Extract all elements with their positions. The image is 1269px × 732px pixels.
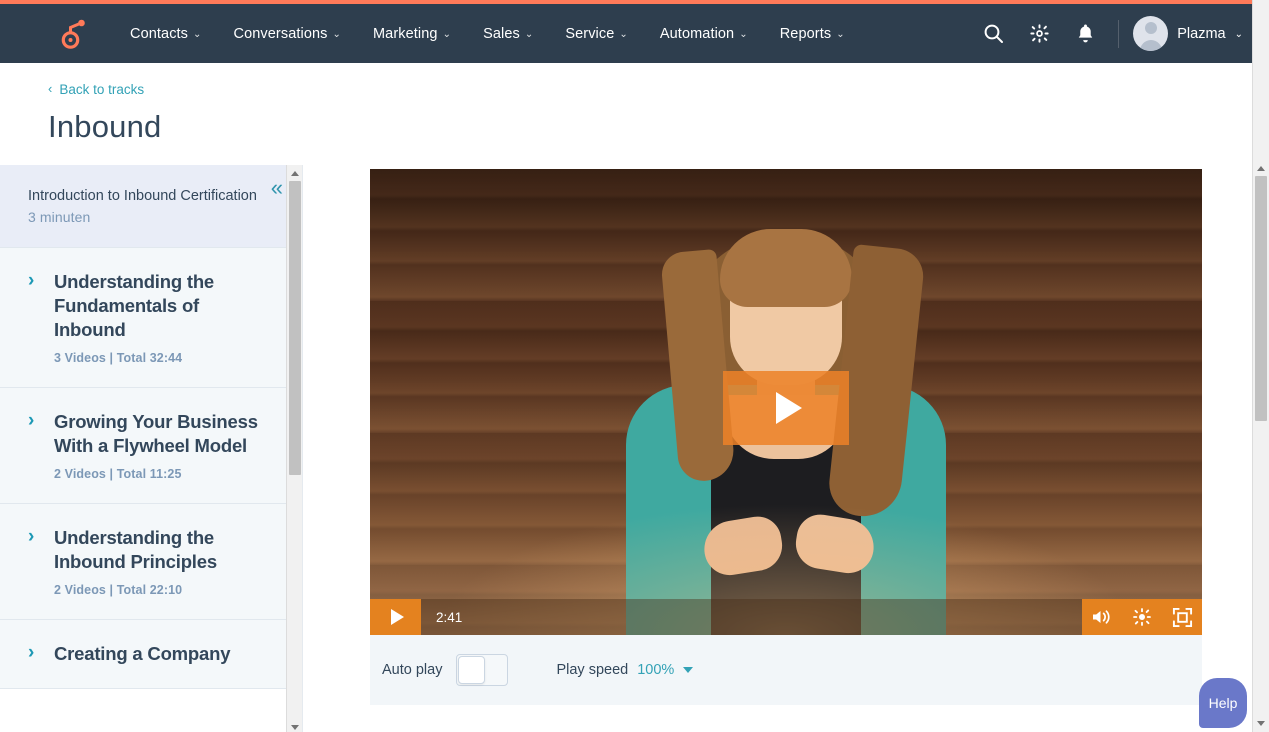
nav-item-conversations[interactable]: Conversations ⌄ — [218, 26, 357, 42]
chevron-down-icon: ⌄ — [442, 29, 452, 40]
video-controls-bar: 2:41 — [370, 599, 1202, 635]
current-time: 2:41 — [436, 609, 463, 625]
page-scrollbar-track[interactable] — [1253, 0, 1269, 732]
sidebar-item-creating-company[interactable]: › Creating a Company — [0, 620, 302, 689]
scroll-up-arrow-icon[interactable] — [1253, 160, 1269, 177]
sidebar-item-subtitle: 2 Videos | Total 11:25 — [54, 467, 182, 481]
top-navigation-bar: Contacts ⌄ Conversations ⌄ Marketing ⌄ S… — [0, 4, 1269, 63]
sidebar-item-subtitle: 2 Videos | Total 22:10 — [54, 583, 183, 597]
video-player[interactable]: 2:41 — [370, 169, 1202, 635]
sidebar-item-title: Introduction to Inbound Certification — [28, 188, 257, 204]
sidebar-item-title: Growing Your Business With a Flywheel Mo… — [54, 411, 258, 456]
avatar — [1133, 16, 1169, 51]
scrollbar-thumb[interactable] — [1255, 176, 1267, 421]
chevron-down-icon[interactable] — [683, 667, 694, 673]
play-triangle-icon — [776, 392, 802, 424]
nav-right-actions: Plazma ⌄ — [970, 11, 1247, 57]
scroll-up-arrow-icon[interactable] — [287, 165, 302, 182]
nav-label: Conversations — [233, 25, 328, 42]
player-options-bar: Auto play Play speed 100% — [370, 635, 1202, 705]
play-speed-value[interactable]: 100% — [637, 662, 674, 678]
nav-label: Sales — [483, 25, 520, 42]
nav-item-reports[interactable]: Reports ⌄ — [764, 26, 861, 42]
autoplay-toggle[interactable] — [456, 654, 509, 686]
chevron-down-icon: ⌄ — [193, 29, 202, 40]
chevron-down-icon: ⌄ — [739, 29, 748, 40]
help-button[interactable]: Help — [1199, 678, 1247, 728]
primary-nav-items: Contacts ⌄ Conversations ⌄ Marketing ⌄ S… — [114, 26, 861, 42]
nav-label: Reports — [779, 25, 832, 42]
back-to-tracks-link[interactable]: ‹ Back to tracks — [48, 81, 145, 97]
video-player-card: 2:41 Auto play Play speed 100% — [370, 169, 1202, 705]
sidebar-item-title: Creating a Company — [54, 643, 231, 664]
chevron-down-icon: ⌄ — [332, 29, 341, 40]
nav-divider — [1118, 19, 1120, 48]
video-controls-right — [1082, 599, 1202, 635]
chevron-right-icon: › — [28, 526, 35, 547]
page-header: ‹ Back to tracks Inbound — [0, 63, 1269, 165]
nav-label: Marketing — [373, 25, 438, 42]
fullscreen-icon[interactable] — [1162, 599, 1202, 635]
nav-item-sales[interactable]: Sales ⌄ — [467, 26, 549, 42]
sidebar-item-principles[interactable]: › Understanding the Inbound Principles 2… — [0, 504, 302, 620]
chevron-down-icon: ⌄ — [836, 29, 845, 40]
scroll-down-arrow-icon[interactable] — [287, 719, 302, 732]
nav-label: Contacts — [130, 25, 189, 42]
play-button[interactable] — [370, 599, 421, 635]
sidebar-item-title: Understanding the Fundamentals of Inboun… — [54, 271, 215, 340]
nav-item-marketing[interactable]: Marketing ⌄ — [357, 26, 467, 42]
gear-icon[interactable] — [1122, 599, 1162, 635]
nav-item-automation[interactable]: Automation ⌄ — [644, 26, 764, 42]
volume-icon[interactable] — [1082, 599, 1122, 635]
back-link-label: Back to tracks — [59, 82, 145, 97]
chevron-left-icon: ‹ — [48, 81, 53, 96]
sidebar-item-flywheel[interactable]: › Growing Your Business With a Flywheel … — [0, 388, 302, 504]
help-label: Help — [1208, 695, 1238, 711]
main-panel: 2:41 Auto play Play speed 100% Help — [303, 165, 1269, 732]
toggle-knob — [458, 656, 486, 684]
account-menu[interactable]: Plazma ⌄ — [1133, 16, 1247, 51]
chevron-right-icon: › — [28, 642, 35, 663]
nav-label: Service — [565, 25, 615, 42]
nav-item-contacts[interactable]: Contacts ⌄ — [114, 26, 218, 42]
play-speed-label: Play speed — [556, 662, 629, 678]
bell-icon[interactable] — [1062, 11, 1108, 57]
chevron-right-icon: › — [28, 410, 35, 431]
sidebar-item-subtitle: 3 Videos | Total 32:44 — [54, 351, 183, 365]
sidebar-item-introduction[interactable]: « Introduction to Inbound Certification … — [0, 165, 302, 248]
gear-icon[interactable] — [1016, 11, 1062, 57]
big-play-button[interactable] — [723, 371, 849, 445]
page-scrollbar[interactable] — [1252, 0, 1269, 732]
account-name: Plazma — [1177, 25, 1226, 42]
hubspot-logo-icon[interactable] — [58, 17, 92, 51]
nav-label: Automation — [659, 25, 735, 42]
chevron-down-icon: ⌄ — [524, 29, 534, 40]
content-area: « Introduction to Inbound Certification … — [0, 165, 1269, 732]
chevron-right-icon: › — [28, 270, 35, 291]
autoplay-label: Auto play — [382, 662, 443, 678]
sidebar-item-subtitle: 3 minuten — [28, 209, 91, 225]
course-sidebar: « Introduction to Inbound Certification … — [0, 165, 303, 732]
sidebar-item-title: Understanding the Inbound Principles — [54, 527, 217, 572]
sidebar-scrollbar[interactable] — [286, 165, 302, 732]
play-icon — [390, 609, 404, 625]
page-title: Inbound — [48, 109, 162, 144]
scrollbar-thumb[interactable] — [289, 181, 301, 475]
chevron-down-icon: ⌄ — [619, 29, 628, 40]
chevron-down-icon: ⌄ — [1234, 29, 1243, 40]
play-speed-control: Play speed 100% — [556, 662, 694, 678]
scroll-down-arrow-icon[interactable] — [1253, 715, 1269, 732]
sidebar-item-fundamentals[interactable]: › Understanding the Fundamentals of Inbo… — [0, 248, 302, 388]
search-icon[interactable] — [970, 11, 1016, 57]
nav-item-service[interactable]: Service ⌄ — [549, 26, 644, 42]
collapse-sidebar-icon[interactable]: « — [271, 177, 283, 199]
